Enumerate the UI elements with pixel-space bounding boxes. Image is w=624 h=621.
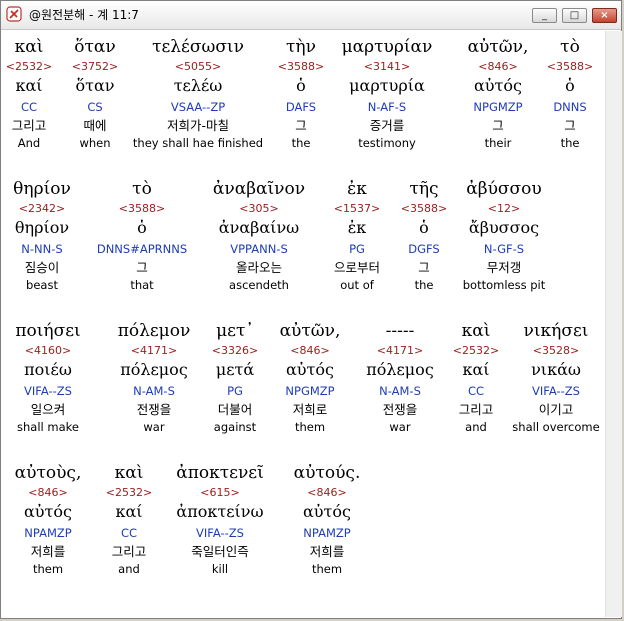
title-bar[interactable]: @원전분해 - 계 11:7 _ □ × xyxy=(1,1,621,30)
greek-word: αὐτούς. xyxy=(293,463,361,483)
word-column[interactable]: νικήσει <3528> νικάω VIFA--ZS 이기고 shall overc… xyxy=(486,319,603,435)
close-button[interactable]: × xyxy=(592,8,617,23)
morphology-code: N-GF-S xyxy=(483,242,525,256)
greek-word: ἀβύσσου xyxy=(466,179,542,199)
lemma: αὐτός xyxy=(303,502,351,521)
maximize-button[interactable]: □ xyxy=(562,8,587,23)
english-gloss: bottomless pit xyxy=(462,278,546,292)
korean-gloss: 이기고 xyxy=(538,402,574,417)
app-logo-icon xyxy=(6,6,22,22)
interlinear-panel: καὶ <2532> καί CC 그리고 And ὅταν <3752> ὅταν CS 때에 wh… xyxy=(3,31,603,617)
korean-gloss: 무저갱 xyxy=(486,260,522,275)
strongs-number: <846> xyxy=(307,486,347,499)
strongs-number: <3588> xyxy=(546,60,594,73)
app-window: @원전분해 - 계 11:7 _ □ × καὶ <2532> καί CC 그리고 An… xyxy=(0,0,622,619)
strongs-number: <12> xyxy=(487,202,521,215)
word-column[interactable]: τὸ <3588> ὁ DNNS 그 the xyxy=(500,35,603,151)
lemma: ἄβυσσος xyxy=(468,218,540,237)
window-title: @원전분해 - 계 11:7 xyxy=(29,8,139,22)
korean-gloss: 저희를 xyxy=(309,544,345,559)
greek-word: νικήσει xyxy=(523,321,589,341)
morphology-code: DNNS xyxy=(553,100,587,114)
greek-word: τὸ xyxy=(560,37,580,57)
minimize-button[interactable]: _ xyxy=(532,8,557,23)
word-column[interactable]: ἀβύσσου <12> ἄβυσσος N-GF-S 무저갱 bottomless pi… xyxy=(434,177,574,293)
morphology-code: NPAMZP xyxy=(303,526,351,540)
english-gloss: the xyxy=(560,136,580,150)
lemma: νικάω xyxy=(531,360,581,379)
vertical-scrollbar[interactable] xyxy=(605,31,622,617)
english-gloss: shall overcome xyxy=(512,420,600,434)
english-gloss: them xyxy=(311,562,343,576)
strongs-number: <3528> xyxy=(532,344,580,357)
lemma: ὁ xyxy=(565,76,575,95)
morphology-code: VIFA--ZS xyxy=(532,384,580,398)
word-column[interactable]: αὐτούς. <846> αὐτός NPAMZP 저희를 them xyxy=(257,461,397,577)
korean-gloss: 그 xyxy=(564,118,576,133)
